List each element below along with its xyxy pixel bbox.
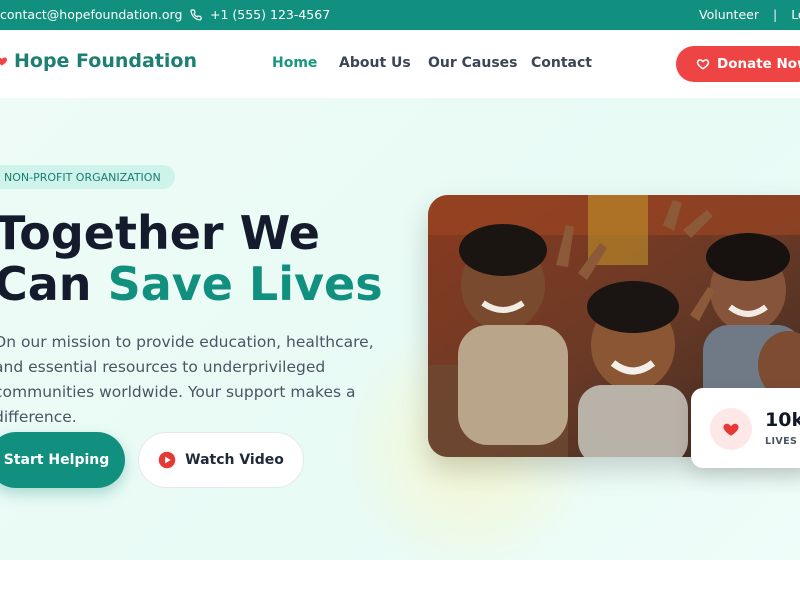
donate-label: Donate Now xyxy=(717,56,800,72)
donate-button[interactable]: Donate Now xyxy=(676,46,800,82)
hero-description: On our mission to provide education, hea… xyxy=(0,333,374,426)
heart-icon xyxy=(0,57,8,66)
watch-video-label: Watch Video xyxy=(185,452,284,468)
stat-card: 10k LIVES S xyxy=(691,388,800,468)
main-navbar: Hope Foundation Home About Us Our Causes… xyxy=(0,30,800,98)
nav-link-about[interactable]: About Us xyxy=(339,55,411,71)
stat-icon-circle xyxy=(710,408,752,450)
nav-link-home[interactable]: Home xyxy=(272,55,317,71)
heart-icon xyxy=(723,423,739,436)
heart-outline-icon xyxy=(696,59,710,70)
headline-line-2: Can Save Lives xyxy=(0,259,383,310)
top-info-bar: contact@hopefoundation.org +1 (555) 123-… xyxy=(0,0,800,30)
headline-plain: Can xyxy=(0,257,108,311)
brand-logo[interactable]: Hope Foundation xyxy=(0,50,197,72)
contact-email[interactable]: contact@hopefoundation.org xyxy=(0,7,182,22)
phone-number: +1 (555) 123-4567 xyxy=(210,7,331,22)
hero-badge: NON-PROFIT ORGANIZATION xyxy=(0,165,175,189)
contact-phone[interactable]: +1 (555) 123-4567 xyxy=(190,7,330,22)
login-link[interactable]: Lo xyxy=(791,7,800,22)
start-helping-button[interactable]: Start Helping xyxy=(0,432,125,488)
next-section xyxy=(0,560,800,600)
headline-line-1: Together We xyxy=(0,206,320,260)
phone-icon xyxy=(190,8,202,21)
brand-name: Hope Foundation xyxy=(14,50,197,72)
topbar-separator: | xyxy=(772,7,778,22)
nav-link-causes[interactable]: Our Causes xyxy=(428,55,518,71)
hero-section: NON-PROFIT ORGANIZATION Together We Can … xyxy=(0,98,800,560)
stat-value: 10k xyxy=(765,409,800,431)
stat-label: LIVES S xyxy=(765,436,800,447)
nav-link-contact[interactable]: Contact xyxy=(531,55,592,71)
hero-headline: Together We Can Save Lives xyxy=(0,208,383,310)
headline-accent: Save Lives xyxy=(107,257,383,311)
watch-video-button[interactable]: Watch Video xyxy=(138,432,304,488)
volunteer-link[interactable]: Volunteer xyxy=(699,7,759,22)
play-circle-icon xyxy=(158,451,176,469)
